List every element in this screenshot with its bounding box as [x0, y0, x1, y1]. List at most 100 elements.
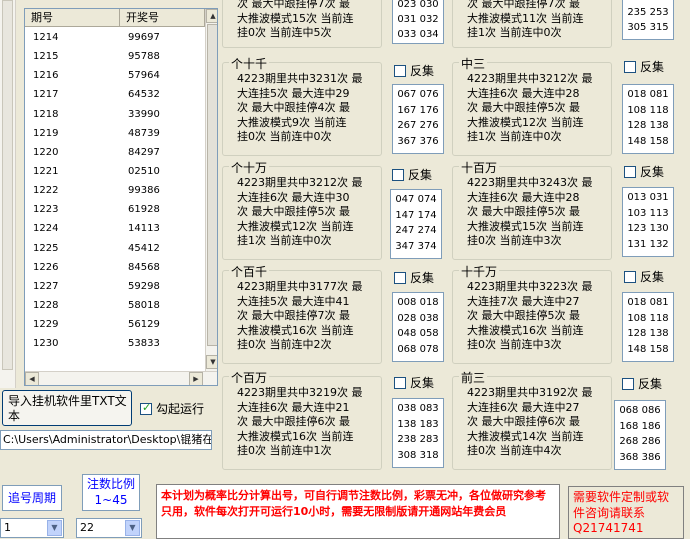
list-item[interactable]: 1223 61928	[25, 200, 205, 219]
list-item[interactable]: 1214 99697	[25, 28, 205, 47]
checkbox-icon[interactable]	[394, 271, 406, 284]
number-list-box[interactable]: 067 076 167 176 267 276 367 376	[392, 84, 444, 154]
reverse-set-checkbox[interactable]: 反集	[394, 269, 434, 286]
reverse-set-checkbox[interactable]: 反集	[624, 163, 664, 180]
number-list-box[interactable]: 008 018 028 038 048 058 068 078	[392, 292, 444, 362]
list-item[interactable]: 1215 95788	[25, 47, 205, 66]
ratio-select[interactable]: 22 ▼	[76, 518, 142, 538]
reverse-set-checkbox[interactable]: 反集	[394, 62, 434, 79]
group-title: 个十千	[229, 55, 270, 72]
list-item[interactable]: 1228 58018	[25, 296, 205, 315]
checkbox-icon[interactable]	[394, 376, 406, 389]
number-pair: 308 318	[397, 450, 439, 462]
number-list-box[interactable]: 018 081 108 118 128 138 148 158	[622, 84, 674, 154]
checkbox-icon[interactable]	[392, 168, 404, 181]
scroll-right-icon[interactable]: ▶	[189, 372, 203, 385]
stats-line: 挂1次 当前连中0次	[237, 234, 332, 248]
list-item[interactable]: 1222 99386	[25, 181, 205, 200]
stats-line: 4223期里共中3192次 最	[467, 386, 593, 399]
issue-number: 1218	[33, 108, 59, 120]
list-item[interactable]: 1220 84297	[25, 143, 205, 162]
draw-history-list[interactable]: 期号 开奖号 1214 99697 1215 95788 1216 57964 1217 64…	[24, 8, 218, 386]
scroll-thumb[interactable]	[207, 24, 217, 346]
checkbox-icon[interactable]	[624, 270, 636, 283]
number-pair: 168 186	[619, 420, 661, 432]
reverse-set-checkbox[interactable]: 反集	[624, 268, 664, 285]
list-item[interactable]: 1229 56129	[25, 315, 205, 334]
issue-number: 1227	[33, 280, 59, 292]
stats-line: 4223期里共中3223次 最	[467, 280, 593, 293]
number-pair: 067 076	[397, 89, 439, 100]
number-pair: 138 183	[397, 418, 439, 430]
import-txt-button[interactable]: 导入挂机软件里TXT文本	[2, 390, 132, 426]
partial-right-numbers[interactable]: 235 253 305 315	[622, 0, 674, 40]
list-item[interactable]: 1221 02510	[25, 162, 205, 181]
stats-line: 次 最大中跟挂停5次 最	[467, 205, 580, 219]
checkbox-icon[interactable]	[624, 165, 636, 178]
analysis-group: 前三 4223期里共中3192次 最大连挂6次 最大连中27 次 最大中跟挂停6次 …	[452, 369, 612, 470]
reverse-set-checkbox[interactable]: 反集	[394, 374, 434, 391]
partial-left-numbers[interactable]: 023 030 031 032 033 034	[392, 0, 444, 44]
number-list-box[interactable]: 018 081 108 118 128 138 148 158	[622, 292, 674, 362]
ratio-label-text: 注数比例	[86, 477, 135, 491]
period-label-text: 追号周期	[7, 491, 56, 505]
number-list-box[interactable]: 038 083 138 183 238 283 308 318	[392, 398, 444, 468]
file-path-input[interactable]: C:\Users\Administrator\Desktop\锟猪在	[0, 430, 212, 450]
reverse-set-label: 反集	[640, 165, 665, 179]
list-item[interactable]: 1230 53833	[25, 334, 205, 353]
draw-number: 84297	[128, 146, 160, 158]
stats-line: 大推波模式16次 当前连	[467, 323, 584, 337]
column-header-number[interactable]: 开奖号	[120, 9, 205, 27]
period-select[interactable]: 1 ▼	[0, 518, 64, 538]
partial-left-line: 次 最大中跟挂停7次 最	[237, 0, 350, 10]
column-header-issue[interactable]: 期号	[25, 9, 120, 27]
left-edge-scrollbar[interactable]	[0, 0, 16, 388]
scroll-left-icon[interactable]: ◀	[25, 372, 39, 385]
run-checkbox-label: 勾起运行	[156, 402, 205, 416]
contact-info: 需要软件定制或软件咨询请联系Q21741741	[568, 486, 684, 539]
checkbox-icon[interactable]	[394, 64, 406, 77]
checkbox-icon[interactable]	[622, 377, 634, 390]
stats-line: 大连挂6次 最大连中27	[467, 400, 580, 414]
list-item[interactable]: 1217 64532	[25, 85, 205, 104]
reverse-set-checkbox[interactable]: 反集	[392, 166, 432, 183]
scroll-up-icon[interactable]: ▲	[206, 9, 217, 23]
chevron-down-icon[interactable]: ▼	[47, 520, 62, 536]
chevron-down-icon[interactable]: ▼	[125, 520, 140, 536]
stats-line: 大推波模式15次 当前连	[467, 219, 584, 233]
list-horizontal-scrollbar[interactable]: ◀ ▶	[25, 371, 217, 385]
reverse-set-checkbox[interactable]: 反集	[622, 375, 662, 392]
list-item[interactable]: 1225 45412	[25, 239, 205, 258]
list-item[interactable]: 1219 48739	[25, 124, 205, 143]
scroll-down-icon[interactable]: ▼	[206, 355, 217, 369]
list-item[interactable]: 1226 84568	[25, 258, 205, 277]
draw-number: 59298	[128, 280, 160, 292]
number-pair: 238 283	[397, 434, 439, 446]
number-list-box[interactable]: 047 074 147 174 247 274 347 374	[390, 189, 442, 259]
group-stats: 4223期里共中3212次 最大连挂6次 最大连中28 次 最大中跟挂停5次 最大…	[467, 72, 617, 145]
list-vertical-scrollbar[interactable]: ▲ ▼	[205, 9, 217, 371]
number-pair: 033 034	[397, 29, 439, 40]
number-list-box[interactable]: 068 086 168 186 268 286 368 386	[614, 400, 666, 470]
group-stats: 4223期里共中3219次 最大连挂6次 最大连中21 次 最大中跟挂停6次 最大…	[237, 386, 387, 459]
list-item[interactable]: 1227 59298	[25, 277, 205, 296]
group-title: 十千万	[459, 263, 500, 280]
checkbox-checked-icon[interactable]	[140, 401, 152, 415]
checkbox-icon[interactable]	[624, 60, 636, 73]
reverse-set-checkbox[interactable]: 反集	[624, 58, 664, 75]
stats-line: 大连挂6次 最大连中28	[467, 190, 580, 204]
analysis-group: 十千万 4223期里共中3223次 最大连挂7次 最大连中27 次 最大中跟挂停5次…	[452, 263, 612, 364]
list-item[interactable]: 1224 14113	[25, 219, 205, 238]
list-item[interactable]: 1216 57964	[25, 66, 205, 85]
number-list-box[interactable]: 013 031 103 113 123 130 131 132	[622, 187, 674, 257]
number-pair: 148 158	[627, 344, 669, 356]
run-checkbox[interactable]: 勾起运行	[140, 400, 204, 417]
analysis-group: 个十万 4223期里共中3212次 最大连挂6次 最大连中30 次 最大中跟挂停5次…	[222, 159, 382, 260]
number-pair: 068 078	[397, 344, 439, 356]
draw-number: 99697	[128, 32, 160, 43]
draw-number: 58018	[128, 299, 160, 311]
list-item[interactable]: 1218 33990	[25, 105, 205, 124]
stats-line: 挂0次 当前连中2次	[237, 338, 332, 352]
stats-line: 次 最大中跟挂停5次 最	[237, 205, 350, 219]
analysis-group: 十百万 4223期里共中3243次 最大连挂6次 最大连中28 次 最大中跟挂停5次…	[452, 159, 612, 260]
